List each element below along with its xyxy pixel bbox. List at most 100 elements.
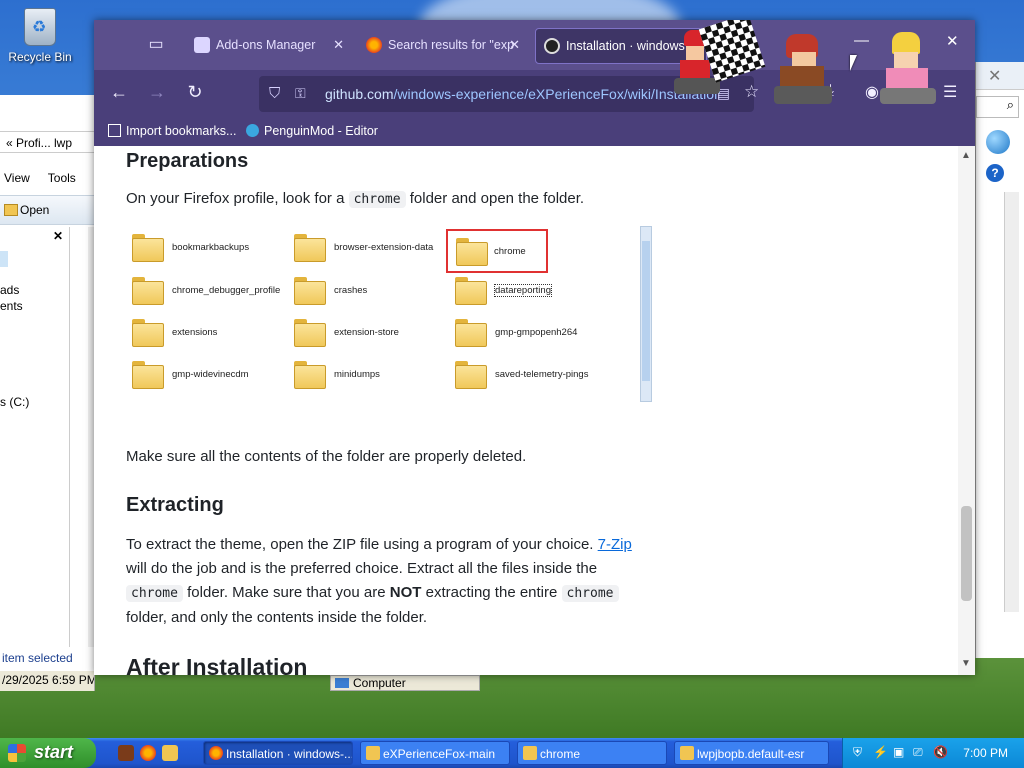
scroll-up-icon[interactable]: ▲ (961, 150, 971, 161)
explorer-statusbar-computer: Computer (330, 675, 480, 691)
heading-extracting: Extracting (126, 494, 224, 516)
selected-tree-item[interactable] (0, 251, 8, 267)
search-icon[interactable]: ⌕ (976, 96, 1019, 118)
security-shield-icon[interactable]: ⛨ (853, 745, 867, 759)
bookmark-penguinmod[interactable]: PenguinMod - Editor (246, 124, 378, 138)
minimize-icon[interactable]: — (854, 32, 869, 49)
quicklaunch-firefox-icon[interactable] (140, 745, 156, 761)
folder-label: minidumps (334, 369, 380, 380)
bookmarks-toolbar: Import bookmarks... PenguinMod - Editor (94, 118, 975, 146)
quicklaunch-app-icon[interactable] (118, 745, 134, 761)
folder-item: chrome_debugger_profile (126, 274, 280, 308)
tree-item[interactable]: s (C:) (0, 395, 29, 409)
folder-label: chrome_debugger_profile (172, 285, 281, 296)
bookmark-label: Import bookmarks... (126, 124, 237, 138)
monitor-icon[interactable]: ⎚ (913, 745, 927, 759)
tree-item[interactable]: ents (0, 299, 23, 313)
url-domain: github.com (325, 86, 394, 102)
explorer-status: item selected (2, 651, 73, 665)
folder-label: gmp-widevinecdm (172, 369, 249, 380)
help-icon[interactable]: ? (986, 164, 1004, 182)
folder-label: extensions (172, 327, 218, 338)
task-zip[interactable]: eXPerienceFox-main (360, 741, 510, 765)
menu-view[interactable]: View (4, 171, 30, 185)
globe-icon[interactable] (986, 130, 1010, 154)
task-firefox[interactable]: Installation · windows-... (203, 741, 353, 765)
background-window-titlebar: ✕ (976, 62, 1024, 90)
close-tab-icon[interactable]: ✕ (333, 37, 344, 53)
shield-icon[interactable]: ⛉ (269, 85, 280, 102)
folder-icon (294, 361, 326, 389)
computer-icon (335, 678, 349, 688)
back-icon[interactable]: ← (107, 82, 131, 103)
folder-icon (294, 234, 326, 262)
volume-muted-icon[interactable]: 🔇 (933, 745, 948, 759)
tab-addons-manager[interactable]: Add-ons Manager ✕ (186, 28, 352, 64)
background-scrollbar[interactable] (1004, 192, 1019, 612)
bookmark-import[interactable]: Import bookmarks... (108, 124, 236, 138)
inline-code: chrome (126, 585, 183, 602)
account-icon[interactable]: ◉ (865, 82, 879, 102)
close-pane-icon[interactable]: ✕ (53, 229, 63, 243)
text: folder. Make sure that you are (187, 584, 386, 601)
tab-bar: ▭ Add-ons Manager ✕ Search results for "… (94, 20, 975, 70)
clock[interactable]: 7:00 PM (963, 746, 1008, 760)
background-window[interactable]: ✕ ⌕ ? (975, 62, 1024, 658)
link-7zip[interactable]: 7-Zip (598, 536, 632, 553)
folder-item: minidumps (288, 358, 438, 392)
lock-icon[interactable]: ⚿ (295, 85, 306, 102)
scroll-down-icon[interactable]: ▼ (961, 658, 971, 669)
bookmark-star-icon[interactable]: ☆ (744, 82, 759, 102)
page-scrollbar[interactable]: ▲ ▼ (958, 146, 975, 675)
url-text[interactable]: github.com/windows-experience/eXPerience… (325, 86, 720, 102)
open-folder-icon (4, 204, 18, 216)
bookmark-label: PenguinMod - Editor (264, 124, 378, 138)
paragraph-extracting: To extract the theme, open the ZIP file … (126, 533, 646, 630)
close-icon[interactable]: ✕ (988, 66, 1001, 86)
open-button[interactable]: Open (20, 203, 49, 217)
windows-flag-icon (8, 744, 26, 762)
folder-item: browser-extension-data (288, 231, 438, 265)
folder-label: crashes (334, 285, 368, 296)
text: folder and open the folder. (409, 190, 585, 207)
folder-item: extensions (126, 316, 276, 350)
tab-list-icon[interactable]: ▭ (144, 33, 168, 57)
tree-item[interactable]: ads (0, 283, 19, 297)
menu-icon[interactable]: ☰ (943, 82, 957, 102)
forward-icon[interactable]: → (145, 82, 169, 103)
folder-icon (456, 238, 488, 266)
task-chrome-folder[interactable]: chrome (517, 741, 667, 765)
explorer-window[interactable]: « Profi... lwp View Tools Open ✕ ads ents… (0, 95, 95, 691)
folder-icon (455, 277, 487, 305)
explorer-address-bar[interactable]: « Profi... lwp (0, 131, 94, 153)
task-profile-folder[interactable]: lwpjbopb.default-esr (674, 741, 829, 765)
penguin-icon (246, 124, 259, 137)
close-tab-icon[interactable]: ✕ (509, 37, 520, 53)
menu-tools[interactable]: Tools (48, 171, 76, 185)
start-button[interactable]: start (0, 738, 96, 768)
folder-icon (294, 319, 326, 347)
reload-icon[interactable]: ↻ (183, 82, 207, 103)
folder-icon (132, 234, 164, 262)
folder-item: crashes (288, 274, 438, 308)
folder-icon (132, 277, 164, 305)
paragraph-preparations: On your Firefox profile, look for a chro… (126, 187, 656, 212)
recycle-bin-label: Recycle Bin (8, 50, 72, 64)
quicklaunch-folder-icon[interactable] (162, 745, 178, 761)
tab-search-results[interactable]: Search results for "exp ✕ (358, 28, 528, 64)
folder-icon (455, 319, 487, 347)
close-window-icon[interactable]: ✕ (946, 32, 959, 50)
explorer-nav-pane: ✕ ads ents s (C:) (0, 227, 70, 647)
folder-item-highlighted: chrome (446, 229, 548, 273)
folder-label: gmp-gmpopenh264 (495, 327, 578, 338)
network-icon[interactable]: ⚡ (873, 745, 888, 759)
recycle-bin[interactable]: Recycle Bin (4, 8, 76, 64)
display-icon[interactable]: ▣ (893, 745, 907, 759)
kart-sprite-icon (880, 32, 936, 108)
firefox-window[interactable]: ▭ Add-ons Manager ✕ Search results for "… (94, 20, 975, 675)
image-scrollbar-thumb (642, 241, 650, 381)
heading-after-installation: After Installation (126, 654, 308, 675)
system-tray: ⛨ ⚡ ▣ ⎚ 🔇 7:00 PM (842, 738, 1024, 768)
page-scrollbar-thumb[interactable] (961, 506, 972, 601)
folder-icon (455, 361, 487, 389)
